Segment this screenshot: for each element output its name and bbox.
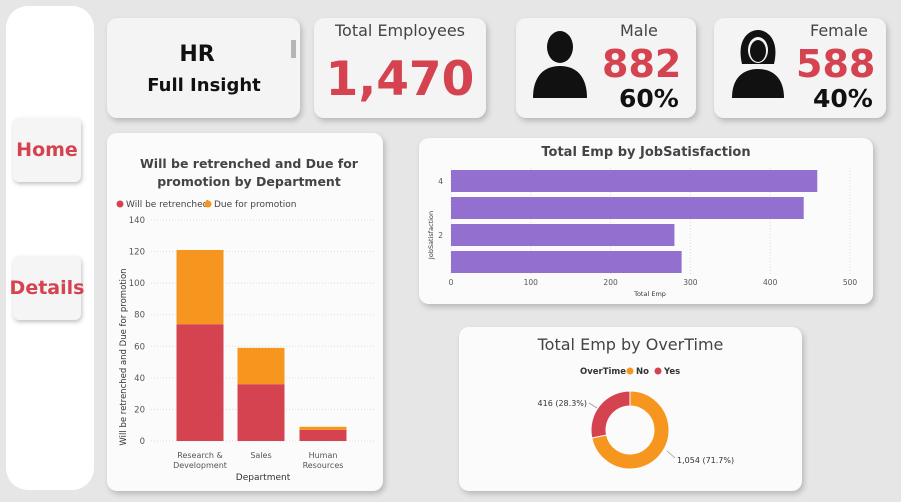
donut-label-no: 1,054 (71.7%) (677, 456, 734, 465)
y-tick-label: 40 (134, 374, 145, 384)
x-tick-label: 0 (449, 278, 454, 287)
x-tick-label: 300 (683, 278, 698, 287)
x-tick-label: 100 (524, 278, 539, 287)
total-employees-card: Total Employees 1,470 (314, 18, 486, 118)
legend-promotion-label: Due for promotion (214, 200, 297, 210)
bar-jobsatisfaction (451, 224, 675, 246)
legend-yes-marker (654, 367, 662, 375)
jobsatisfaction-x-axis-label: Total Emp (633, 290, 666, 298)
legend-no-marker (626, 367, 634, 375)
department-chart-card: Will be retrenched and Due for promotion… (107, 133, 383, 491)
overtime-chart: OverTime No Yes 1,054 (71.7%) 416 (28.3%) (538, 367, 734, 470)
female-card: Female 588 40% (714, 18, 886, 118)
bar-promotion (176, 249, 224, 325)
bar-jobsatisfaction (451, 251, 682, 273)
leader-line-yes (588, 402, 598, 409)
x-tick-label: Research & Development (173, 451, 227, 470)
jobsatisfaction-chart-card: Total Emp by JobSatisfaction JobSatisfac… (419, 138, 873, 304)
legend-retrenched-label: Will be retrenched (126, 200, 208, 210)
donut-label-yes: 416 (28.3%) (538, 399, 587, 408)
department-chart: Will be retrenched Due for promotion Wil… (116, 200, 375, 483)
legend-retrenched-marker (116, 200, 124, 208)
department-x-axis-label: Department (236, 473, 291, 483)
header-card: HR Full Insight (107, 18, 300, 118)
total-employees-label: Total Employees (334, 21, 466, 40)
y-tick-label: 0 (140, 437, 145, 447)
bar-retrenched (237, 384, 285, 441)
nav-panel: Home Details (6, 6, 94, 490)
y-tick-label: 100 (129, 279, 145, 289)
y-tick-label: 120 (129, 248, 145, 258)
bar-jobsatisfaction (451, 197, 804, 219)
legend-yes-label: Yes (663, 367, 680, 377)
details-button[interactable]: Details (10, 256, 84, 320)
jobsatisfaction-y-axis-label: JobSatisfaction (427, 211, 435, 260)
y-tick-label: 80 (134, 311, 145, 321)
y-tick-label: 20 (134, 405, 145, 415)
male-value: 882 (602, 42, 682, 86)
overtime-legend-title: OverTime (580, 367, 626, 377)
header-subtitle: Full Insight (147, 75, 261, 96)
leader-line-no (666, 450, 676, 459)
x-tick-label: 500 (843, 278, 858, 287)
male-label: Male (620, 21, 658, 40)
y-tick-label: 2 (438, 231, 443, 240)
female-label: Female (810, 21, 868, 40)
female-value: 588 (796, 42, 876, 86)
male-percent: 60% (619, 84, 679, 113)
y-tick-label: 4 (438, 177, 443, 186)
bar-jobsatisfaction (451, 170, 818, 192)
y-tick-label: 60 (134, 342, 145, 352)
male-avatar-icon (533, 31, 587, 98)
home-button[interactable]: Home (13, 118, 81, 182)
y-tick-label: 140 (129, 216, 145, 226)
x-tick-label: 200 (603, 278, 618, 287)
department-y-axis-label: Will be retrenched and Due for promotion (119, 268, 129, 445)
bar-retrenched (176, 324, 224, 441)
scrollbar[interactable] (291, 40, 296, 58)
header-title: HR (179, 42, 215, 67)
donut-slice-yes (590, 390, 631, 439)
x-tick-label: Sales (250, 451, 271, 460)
bar-promotion (299, 426, 347, 430)
legend-no-label: No (636, 367, 649, 377)
male-card: Male 882 60% (516, 18, 696, 118)
jobsatisfaction-chart: JobSatisfaction Total Emp 0 100 200 300 400 5… (427, 168, 858, 298)
x-tick-label: Human Resources (303, 451, 344, 470)
female-avatar-icon (732, 30, 784, 98)
x-tick-label: 400 (763, 278, 778, 287)
legend-promotion-marker (204, 200, 212, 208)
female-percent: 40% (813, 84, 873, 113)
bar-promotion (237, 347, 285, 385)
total-employees-value: 1,470 (325, 52, 475, 107)
bar-retrenched (299, 429, 347, 441)
overtime-chart-card: Total Emp by OverTime OverTime No Yes 1,… (459, 327, 802, 491)
